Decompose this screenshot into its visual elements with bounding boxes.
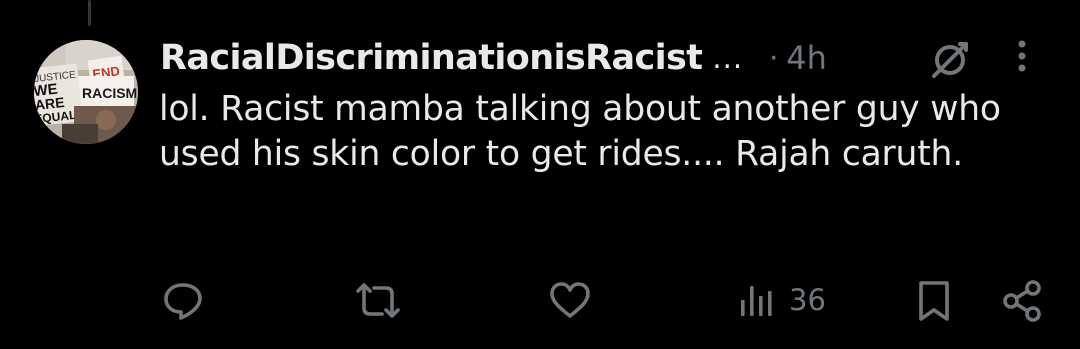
like-button[interactable]	[547, 278, 593, 324]
name-truncation: ...	[712, 41, 744, 75]
post-header: RacialDiscriminationisRacist ... · 4h	[160, 32, 827, 84]
views-icon	[741, 286, 772, 316]
author-display-name[interactable]: RacialDiscriminationisRacist	[160, 38, 702, 78]
bookmark-icon	[919, 281, 949, 321]
action-bar: 36	[0, 270, 1080, 330]
reply-button[interactable]	[160, 278, 206, 324]
like-icon	[550, 282, 590, 318]
post-text: lol. Racist mamba talking about another …	[159, 89, 1001, 174]
avatar-image: END RACISM JUSTICE WE ARE EQUAL	[34, 40, 138, 144]
reply-icon	[164, 283, 202, 320]
header-separator: ·	[769, 41, 779, 75]
svg-text:RACISM: RACISM	[82, 85, 137, 101]
views-count: 36	[789, 283, 826, 317]
repost-icon	[356, 283, 400, 318]
share-icon	[1003, 280, 1041, 322]
more-options-icon[interactable]	[1010, 38, 1034, 78]
grok-icon[interactable]	[928, 38, 972, 82]
thread-connector-line	[88, 0, 91, 26]
bookmark-button[interactable]	[914, 278, 954, 324]
views-button[interactable]: 36	[737, 280, 826, 320]
repost-button[interactable]	[352, 278, 404, 324]
post-timestamp[interactable]: 4h	[786, 39, 827, 77]
avatar[interactable]: END RACISM JUSTICE WE ARE EQUAL	[34, 40, 138, 144]
share-button[interactable]	[1000, 278, 1046, 324]
